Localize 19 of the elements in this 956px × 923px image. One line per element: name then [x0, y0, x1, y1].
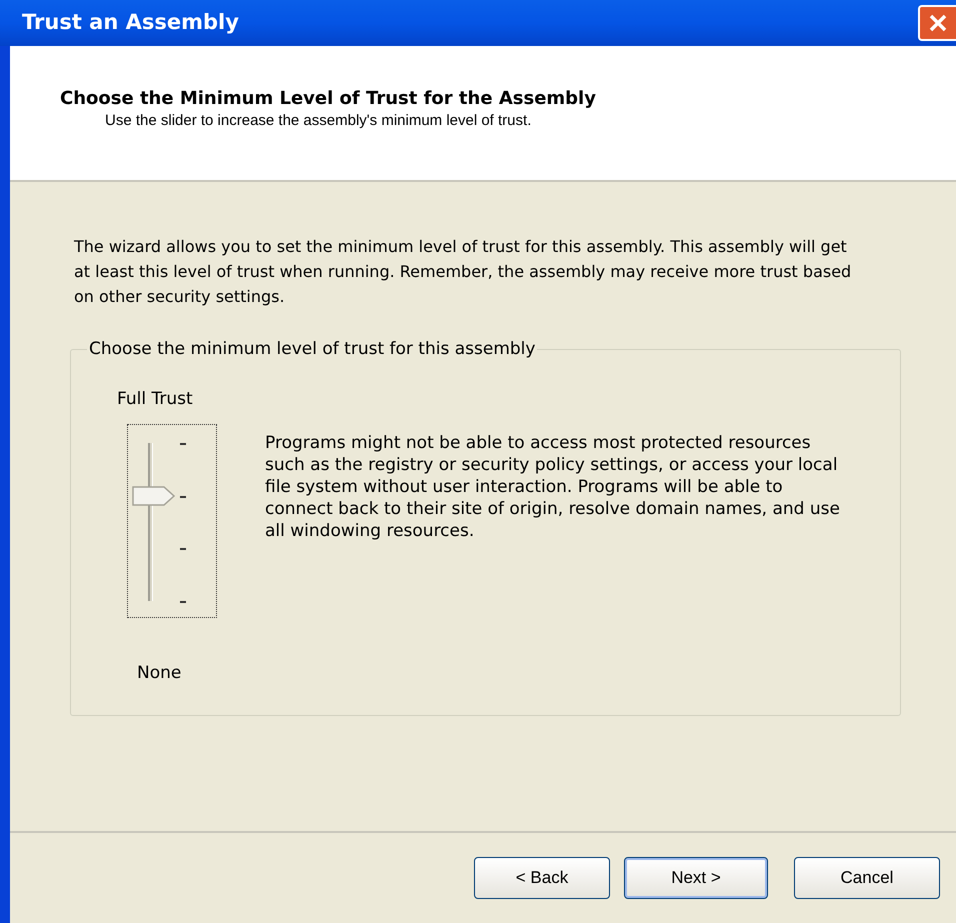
trust-slider[interactable]	[127, 424, 217, 618]
slider-thumb[interactable]	[132, 486, 176, 506]
group-title: Choose the minimum level of trust for this assembly	[87, 338, 538, 360]
trust-description: Programs might not be able to access most protected resources such as the registry or security policy settings, or access your local file system without user interaction. Programs will be able to connect back to their site of origin, resolve domain names, and use all windowing resources.	[265, 432, 841, 543]
full-trust-label: Full Trust	[117, 388, 193, 410]
close-icon	[928, 13, 948, 33]
header-title: Choose the Minimum Level of Trust for the Assembly	[60, 88, 597, 110]
wizard-button[interactable]: Cancel	[794, 857, 940, 899]
intro-paragraph: The wizard allows you to set the minimum level of trust for this assembly. This assembly will get at least this level of trust when running. Remember, the assembly may receive more trust based on other security settings.	[74, 236, 852, 308]
tick-mark	[180, 548, 186, 550]
tick-mark	[180, 443, 186, 445]
window-title: Trust an Assembly	[22, 9, 239, 36]
header-subtitle: Use the slider to increase the assembly's minimum level of trust.	[105, 111, 532, 131]
wizard-button[interactable]: Next >	[624, 857, 768, 899]
none-label: None	[137, 662, 182, 684]
close-button[interactable]	[918, 5, 956, 41]
tick-mark	[180, 601, 186, 603]
wizard-button[interactable]: < Back	[474, 857, 610, 899]
tick-mark	[180, 496, 186, 498]
